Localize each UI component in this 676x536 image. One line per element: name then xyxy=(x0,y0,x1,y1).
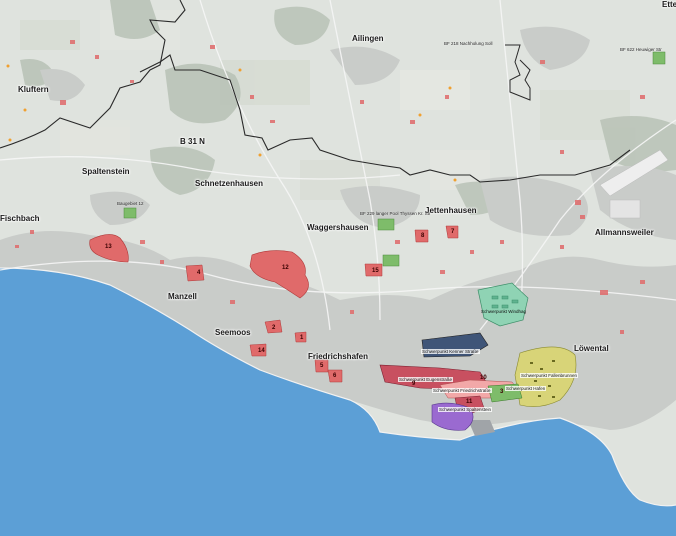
area-number-2[interactable]: 2 xyxy=(272,325,275,331)
area-number-6[interactable]: 6 xyxy=(333,373,336,379)
place-label-friedrichshafen: Friedrichshafen xyxy=(308,352,369,361)
place-label-fischbach: Fischbach xyxy=(0,214,40,223)
area-number-11[interactable]: 11 xyxy=(466,399,472,405)
area-number-14[interactable]: 14 xyxy=(258,348,265,354)
zone-label-eugen[interactable]: Schwerpunkt Eugenstraße xyxy=(398,377,454,382)
area-number-15[interactable]: 15 xyxy=(372,268,379,274)
area-number-12[interactable]: 12 xyxy=(282,265,289,271)
place-label-schnetzenhausen: Schnetzenhausen xyxy=(195,179,264,188)
area-number-13[interactable]: 13 xyxy=(105,244,112,250)
area-number-4[interactable]: 4 xyxy=(197,270,200,276)
zone-label-windhag[interactable]: Schwerpunkt Windhag xyxy=(481,309,526,314)
area-number-8[interactable]: 8 xyxy=(421,233,424,239)
map-canvas[interactable]: Kluftern Ailingen Spaltenstein Schnetzen… xyxy=(0,0,676,536)
place-label-manzell: Manzell xyxy=(168,292,197,301)
area-number-3[interactable]: 3 xyxy=(500,389,503,395)
area-number-1[interactable]: 1 xyxy=(300,335,303,341)
zone-label-friedrich[interactable]: Schwerpunkt Friedrichstraße xyxy=(432,388,492,393)
place-label-ailingen: Ailingen xyxy=(352,34,384,43)
area-number-7[interactable]: 7 xyxy=(451,229,454,235)
annotation-baugebiet: Baugebiet 12 xyxy=(117,201,144,206)
zone-label-kenner[interactable]: Schwerpunkt Kenner Straße xyxy=(421,349,480,354)
place-label-ette: Ette xyxy=(662,0,676,9)
place-label-loewental: Löwental xyxy=(574,344,609,353)
place-label-jettenhausen: Jettenhausen xyxy=(425,206,477,215)
road-label-b31n: B 31 N xyxy=(180,137,205,146)
zone-label-fallenbrunnen[interactable]: Schwerpunkt Fallenbrunnen xyxy=(520,373,579,378)
place-label-kluftern: Kluftern xyxy=(18,85,49,94)
map-base-layer xyxy=(0,0,676,536)
annotation-bf622: BF 622 Heuwiger Str xyxy=(620,47,662,52)
area-number-5[interactable]: 5 xyxy=(320,363,323,369)
area-number-9[interactable]: 9 xyxy=(412,381,415,387)
place-label-allmannsweiler: Allmannsweiler xyxy=(595,228,654,237)
place-label-seemoos: Seemoos xyxy=(215,328,251,337)
zone-label-spaltenstein[interactable]: Schwerpunkt Spaltenstein xyxy=(438,407,493,412)
place-label-waggershausen: Waggershausen xyxy=(307,223,369,232)
zone-label-hafen[interactable]: Schwerpunkt Hafen xyxy=(505,386,547,391)
development-area-4 xyxy=(185,264,205,282)
annotation-bf229: BF 229 langer Pool Thyssen Kr. Str xyxy=(360,211,431,216)
area-number-10[interactable]: 10 xyxy=(480,375,487,381)
place-label-spaltenstein: Spaltenstein xyxy=(82,167,130,176)
annotation-bf218: BF 218 Nachholung Soll xyxy=(444,41,493,46)
